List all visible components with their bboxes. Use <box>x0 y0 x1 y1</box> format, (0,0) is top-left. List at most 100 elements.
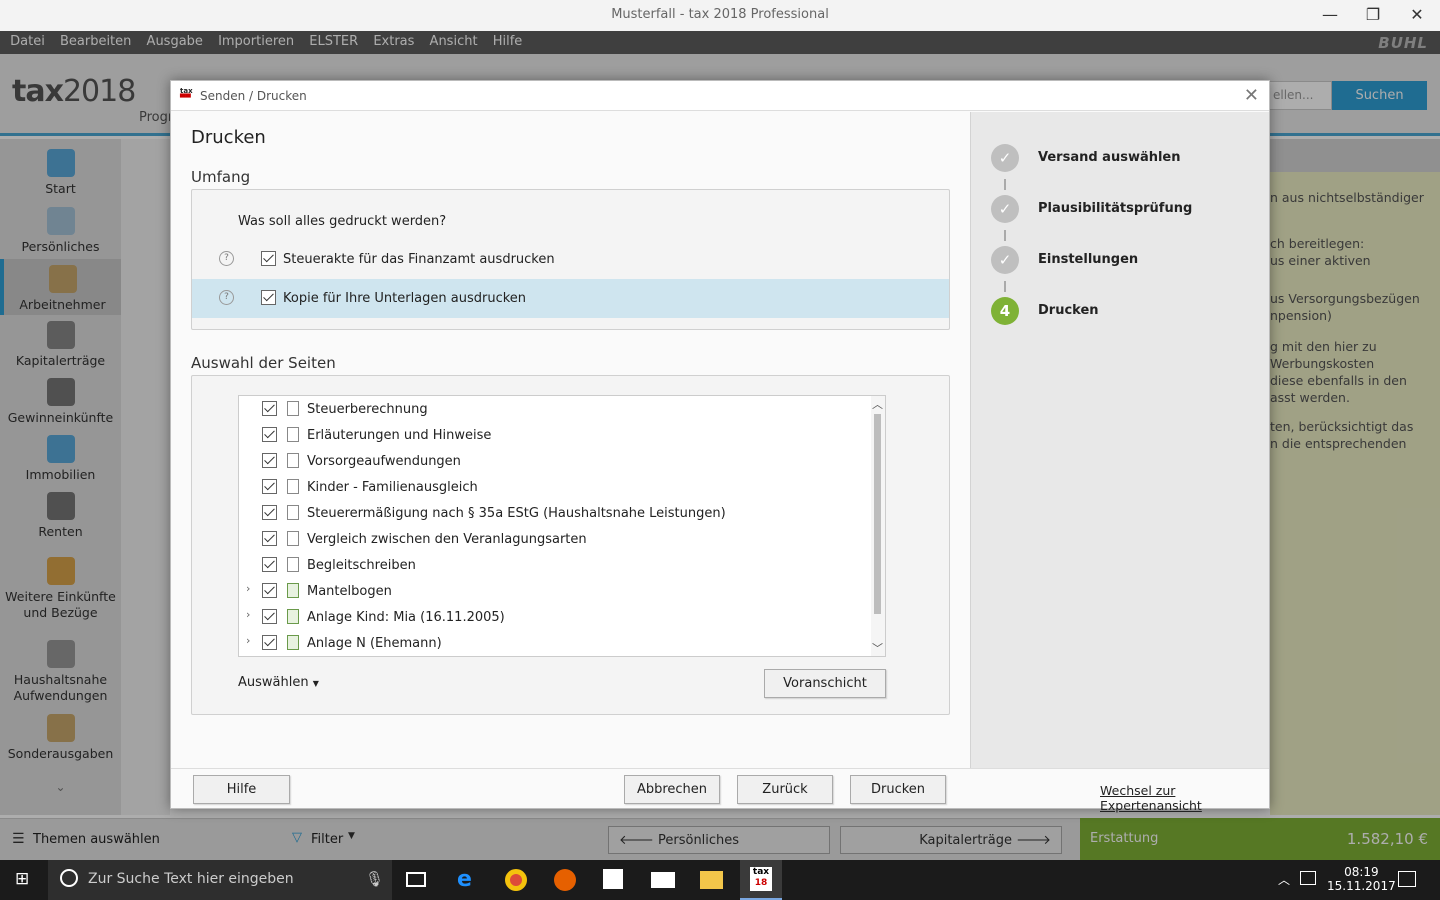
document-icon <box>287 479 299 494</box>
page-checkbox[interactable] <box>262 505 277 520</box>
page-label: Steuerberechnung <box>307 402 428 417</box>
scope-option-finanzamt[interactable]: ? Steuerakte für das Finanzamt ausdrucke… <box>192 240 949 279</box>
cancel-button[interactable]: Abbrechen <box>624 775 720 804</box>
option-label: Steuerakte für das Finanzamt ausdrucken <box>283 252 555 267</box>
step-drucken: 4 Drucken <box>991 297 1251 327</box>
scope-panel: Was soll alles gedruckt werden? ? Steuer… <box>191 189 950 330</box>
page-checkbox[interactable] <box>262 583 277 598</box>
page-checkbox[interactable] <box>262 557 277 572</box>
chevron-up-icon[interactable]: ︿ <box>1278 871 1290 888</box>
chevron-up-icon[interactable]: ︿ <box>872 396 883 412</box>
list-item[interactable]: Begleitschreiben <box>239 552 871 578</box>
page-checkbox[interactable] <box>262 479 277 494</box>
windows-start-icon[interactable]: ⊞ <box>15 869 29 889</box>
check-icon: ✓ <box>991 144 1019 172</box>
tax-app-icon: tax 18 <box>750 867 772 891</box>
page-label: Erläuterungen und Hinweise <box>307 428 492 443</box>
page-label: Anlage N (Ehemann) <box>307 636 442 651</box>
close-icon[interactable]: ✕ <box>1244 85 1259 106</box>
page-selection-list[interactable]: Steuerberechnung Erläuterungen und Hinwe… <box>238 395 886 657</box>
document-icon <box>287 401 299 416</box>
back-button[interactable]: Zurück <box>737 775 833 804</box>
edge-icon[interactable]: e <box>457 867 472 892</box>
send-print-dialog: tax ▀▀ Senden / Drucken ✕ Drucken Umfang … <box>170 80 1270 813</box>
dialog-title: Senden / Drucken <box>200 89 307 103</box>
page-checkbox[interactable] <box>262 635 277 650</box>
page-checkbox[interactable] <box>262 609 277 624</box>
dialog-titlebar: tax ▀▀ Senden / Drucken ✕ <box>171 81 1269 111</box>
list-item[interactable]: Erläuterungen und Hinweise <box>239 422 871 448</box>
list-item[interactable]: › Mantelbogen <box>239 578 871 604</box>
preview-button[interactable]: Voranschicht <box>764 669 886 698</box>
chevron-down-icon[interactable]: ﹀ <box>872 640 883 656</box>
print-button[interactable]: Drucken <box>850 775 946 804</box>
check-icon: ✓ <box>991 246 1019 274</box>
scope-question: Was soll alles gedruckt werden? <box>238 214 447 229</box>
document-icon <box>287 557 299 572</box>
firefox-icon[interactable] <box>554 869 576 891</box>
taskbar-search-input[interactable]: Zur Suche Text hier eingeben <box>48 860 392 900</box>
page-label: Begleitschreiben <box>307 558 416 573</box>
page-label: Mantelbogen <box>307 584 392 599</box>
microphone-icon[interactable]: 🎙 <box>365 870 384 888</box>
dialog-footer: Hilfe Abbrechen Zurück Drucken Wechsel z… <box>171 768 1269 813</box>
document-icon <box>287 453 299 468</box>
checkbox-kopie[interactable] <box>261 290 276 305</box>
scrollbar-thumb[interactable] <box>874 414 881 614</box>
page-checkbox[interactable] <box>262 531 277 546</box>
help-button[interactable]: Hilfe <box>193 775 290 804</box>
list-item[interactable]: Kinder - Familienausgleich <box>239 474 871 500</box>
step-connector <box>1004 179 1006 190</box>
list-item[interactable]: › Anlage Kind: Mia (16.11.2005) <box>239 604 871 630</box>
list-scrollbar[interactable]: ︿ ﹀ <box>871 396 885 656</box>
store-icon[interactable] <box>603 869 623 889</box>
page-label: Anlage Kind: Mia (16.11.2005) <box>307 610 505 625</box>
minimize-icon[interactable]: — <box>1320 5 1340 24</box>
window-title: Musterfall - tax 2018 Professional <box>611 7 829 22</box>
page-checkbox[interactable] <box>262 401 277 416</box>
list-item[interactable]: › Anlage N (Ehemann) <box>239 630 871 656</box>
form-icon <box>287 635 299 650</box>
form-icon <box>287 609 299 624</box>
help-icon[interactable]: ? <box>219 251 234 266</box>
cortana-icon <box>60 869 78 887</box>
select-dropdown[interactable]: Auswählen ▼ <box>238 675 319 690</box>
page-label: Steuerermäßigung nach § 35a EStG (Hausha… <box>307 506 726 521</box>
task-view-icon[interactable] <box>406 872 426 887</box>
checkbox-finanzamt[interactable] <box>261 251 276 266</box>
document-icon <box>287 505 299 520</box>
mail-icon[interactable] <box>651 872 675 888</box>
chevron-right-icon[interactable]: › <box>246 582 250 595</box>
pages-heading: Auswahl der Seiten <box>191 354 336 372</box>
page-label: Kinder - Familienausgleich <box>307 480 478 495</box>
chevron-right-icon[interactable]: › <box>246 608 250 621</box>
close-window-icon[interactable]: ✕ <box>1407 5 1427 24</box>
page-checkbox[interactable] <box>262 453 277 468</box>
notifications-icon[interactable] <box>1398 871 1416 887</box>
tax-app-taskbar-button[interactable]: tax 18 <box>740 860 782 900</box>
list-item[interactable]: Vorsorgeaufwendungen <box>239 448 871 474</box>
list-item[interactable]: Vergleich zwischen den Veranlagungsarten <box>239 526 871 552</box>
option-label: Kopie für Ihre Unterlagen ausdrucken <box>283 291 527 306</box>
page-title: Drucken <box>191 127 266 148</box>
chrome-icon[interactable] <box>505 869 527 891</box>
network-icon[interactable] <box>1300 871 1316 885</box>
page-checkbox[interactable] <box>262 427 277 442</box>
step-connector <box>1004 230 1006 241</box>
chevron-right-icon[interactable]: › <box>246 634 250 647</box>
scope-option-kopie[interactable]: ? Kopie für Ihre Unterlagen ausdrucken <box>192 279 949 318</box>
maximize-icon[interactable]: ❐ <box>1363 5 1383 24</box>
list-item[interactable]: Steuerberechnung <box>239 396 871 422</box>
step-number: 4 <box>991 297 1019 325</box>
clock[interactable]: 08:19 15.11.2017 <box>1327 865 1396 893</box>
list-item[interactable]: Steuerermäßigung nach § 35a EStG (Hausha… <box>239 500 871 526</box>
file-explorer-icon[interactable] <box>700 871 723 889</box>
page-label: Vorsorgeaufwendungen <box>307 454 461 469</box>
help-icon[interactable]: ? <box>219 290 234 305</box>
step-einstellungen: ✓ Einstellungen <box>991 246 1251 276</box>
check-icon: ✓ <box>991 195 1019 223</box>
expert-view-link[interactable]: Wechsel zur Expertenansicht <box>1100 783 1269 813</box>
taskbar: ⊞ Zur Suche Text hier eingeben 🎙 e tax 18… <box>0 860 1440 900</box>
step-versand: ✓ Versand auswählen <box>991 144 1251 174</box>
form-icon <box>287 583 299 598</box>
